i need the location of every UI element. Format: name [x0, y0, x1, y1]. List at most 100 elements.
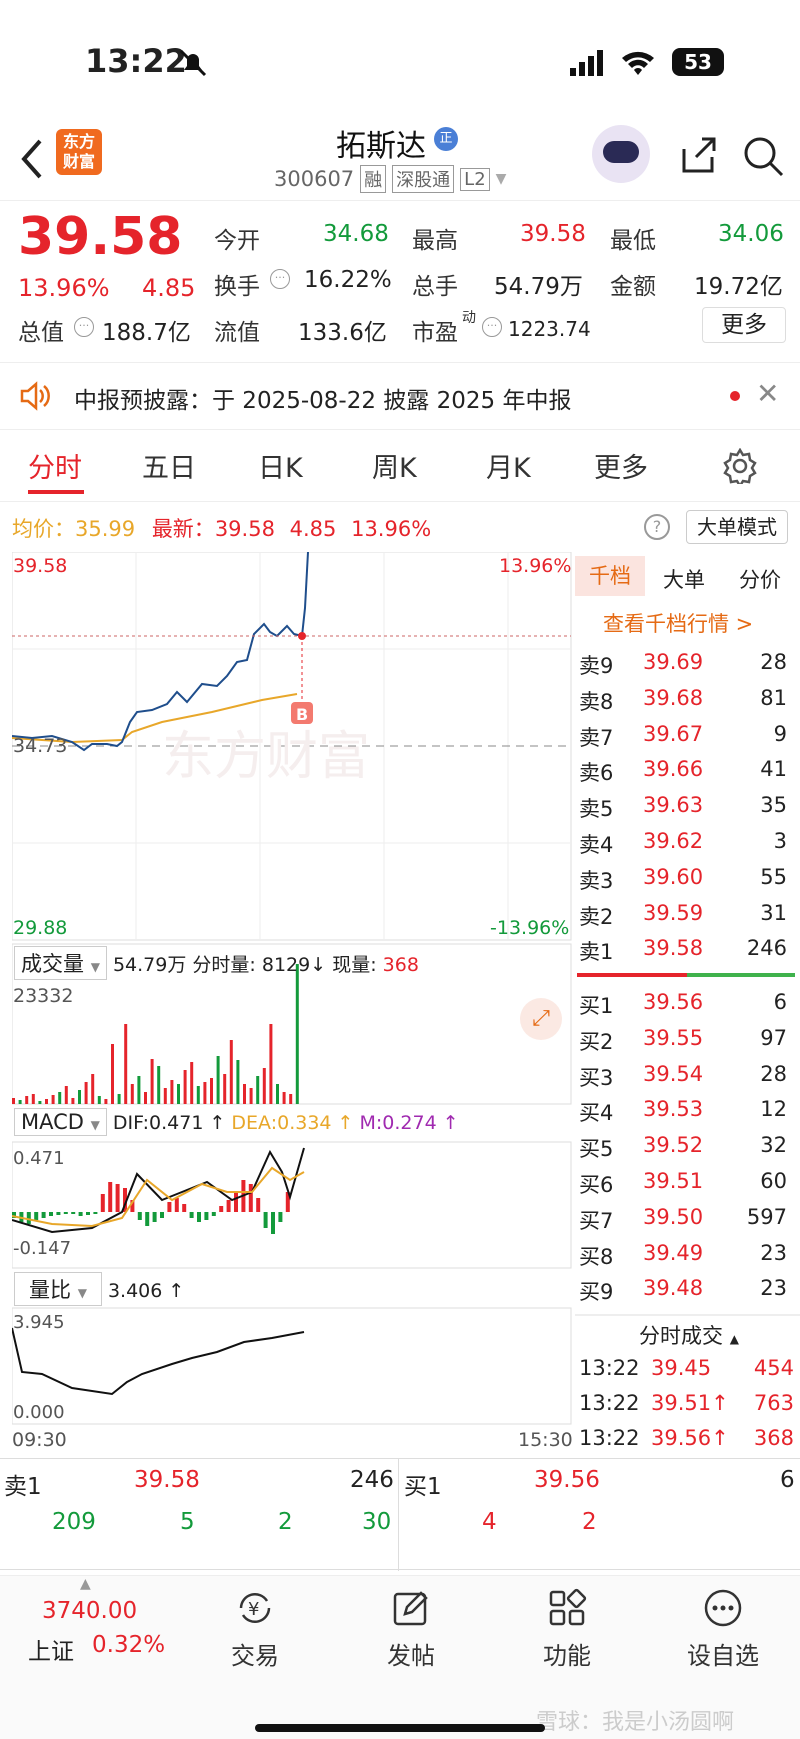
close-icon[interactable]: ✕ — [756, 377, 779, 410]
intraday-charts: 东方财富 B 39.58 34.73 29.88 13.96% -13.96% … — [12, 552, 572, 1450]
bid-row[interactable]: 买7 39.50 597 — [575, 1201, 795, 1237]
change-value: 4.85 — [142, 274, 196, 302]
app-logo[interactable]: 东方 财富 — [56, 129, 102, 175]
tab-weekly[interactable]: 周K — [372, 446, 417, 485]
tab-fenshi[interactable]: 分时 — [28, 446, 82, 485]
ask-row[interactable]: 卖9 39.69 28 — [575, 646, 795, 682]
bid-row[interactable]: 买5 39.52 32 — [575, 1129, 795, 1165]
dif-value: DIF:0.471 — [112, 1112, 204, 1134]
ask-row[interactable]: 卖2 39.59 31 — [575, 897, 795, 933]
bid-row[interactable]: 买2 39.55 97 — [575, 1022, 795, 1058]
ask-label: 卖3 — [579, 868, 614, 893]
ask-row[interactable]: 卖6 39.66 41 — [575, 753, 795, 789]
bid-row[interactable]: 买9 39.48 23 — [575, 1272, 795, 1308]
nav-function[interactable]: 功能 — [512, 1586, 622, 1671]
last-price-dot — [298, 632, 306, 640]
volume-bar — [130, 1084, 134, 1104]
status-time: 13:22 — [85, 42, 187, 80]
volume-bar — [177, 1084, 180, 1104]
robot-assistant-icon[interactable] — [592, 125, 650, 183]
tab-daily[interactable]: 日K — [258, 446, 303, 485]
info-dots-icon[interactable]: ··· — [270, 269, 290, 289]
tab-underline — [28, 490, 84, 494]
search-icon[interactable] — [742, 135, 786, 179]
up-arrow-icon: ↑ — [436, 1112, 459, 1134]
info-dots-icon[interactable]: ··· — [74, 317, 94, 337]
volume-bar — [111, 1044, 114, 1104]
ask-row[interactable]: 卖1 39.58 246 — [575, 932, 795, 968]
ask-row[interactable]: 卖8 39.68 81 — [575, 682, 795, 718]
ticks-title[interactable]: 分时成交 ▲ — [639, 1320, 799, 1350]
macd-selector[interactable]: MACD ▼ — [14, 1108, 107, 1136]
index-value[interactable]: 3740.00 — [42, 1598, 137, 1624]
ob-tab-qiandang[interactable]: 千档 — [575, 556, 645, 596]
macd-label: MACD — [21, 1110, 84, 1134]
tick-qty: 454 — [753, 1356, 794, 1380]
caret-up-icon: ▲ — [80, 1576, 91, 1592]
nav-post[interactable]: 发帖 — [356, 1586, 466, 1671]
bid-label: 买1 — [579, 994, 614, 1018]
volume-label: 成交量 — [21, 952, 84, 976]
ask-row[interactable]: 卖4 39.62 3 — [575, 825, 795, 861]
expand-icon[interactable]: ⤢ — [520, 998, 562, 1040]
ob-tab-dadan[interactable]: 大单 — [663, 564, 705, 594]
info-dots-icon[interactable]: ··· — [482, 317, 502, 337]
settings-icon[interactable] — [722, 448, 758, 484]
yen-cycle-icon: ¥ — [239, 1592, 271, 1624]
bid-row[interactable]: 买8 39.49 23 — [575, 1237, 795, 1273]
volume-label: 总手 — [412, 274, 458, 300]
sell1-price: 39.58 — [134, 1467, 200, 1493]
volume-bar — [256, 1076, 260, 1104]
macd-bar — [167, 1202, 172, 1212]
nav-trade[interactable]: ¥ 交易 — [200, 1586, 310, 1671]
grid-icon — [549, 1588, 587, 1626]
bid-row[interactable]: 买1 39.56 6 — [575, 986, 795, 1022]
volume-bar — [117, 1094, 121, 1104]
tab-monthly[interactable]: 月K — [486, 446, 531, 485]
volume-bar — [289, 1094, 293, 1104]
ob-tab-fenjia[interactable]: 分价 — [739, 564, 781, 594]
bid-row[interactable]: 买3 39.54 28 — [575, 1058, 795, 1094]
bid-row[interactable]: 买6 39.51 60 — [575, 1165, 795, 1201]
tab-more[interactable]: 更多 — [594, 446, 648, 485]
ask-row[interactable]: 卖3 39.60 55 — [575, 861, 795, 897]
ask-price: 39.62 — [643, 829, 704, 853]
ratio-selector[interactable]: 量比 ▼ — [14, 1272, 102, 1306]
nav-add-watch[interactable]: 设自选 — [668, 1586, 778, 1671]
buy1-price: 39.56 — [534, 1467, 600, 1493]
ratio-bottom: 0.000 — [13, 1402, 65, 1423]
share-icon[interactable] — [678, 135, 718, 175]
axis-bottom-price: 29.88 — [13, 917, 67, 939]
amount-value: 19.72亿 — [694, 274, 783, 300]
axis-top-price: 39.58 — [13, 555, 67, 577]
ask-price: 39.59 — [643, 900, 704, 925]
index-pct[interactable]: 0.32% — [92, 1632, 165, 1658]
notice-bar[interactable]: 中报预披露：于 2025-08-22 披露 2025 年中报 ✕ — [0, 362, 800, 430]
bid-label: 买8 — [579, 1244, 614, 1269]
ratio-value: 3.406 — [107, 1280, 163, 1302]
volume-bar — [144, 1092, 147, 1104]
bid-row[interactable]: 买4 39.53 12 — [575, 1093, 795, 1129]
down-arrow-icon: ↓ — [310, 954, 327, 976]
volume-selector[interactable]: 成交量 ▼ — [14, 946, 107, 980]
help-icon[interactable]: ? — [644, 514, 670, 540]
tab-5day[interactable]: 五日 — [142, 446, 196, 485]
volume-bar — [223, 1074, 227, 1104]
tick-time: 13:22 — [579, 1356, 640, 1380]
macd-panel-frame — [12, 1141, 572, 1269]
macd-header: MACD ▼ DIF:0.471 ↑ DEA:0.334 ↑ M:0.274 ↑ — [14, 1108, 459, 1136]
bid-qty: 60 — [760, 1169, 787, 1193]
index-name[interactable]: 上证 — [28, 1632, 74, 1666]
chevron-down-icon[interactable]: ▼ — [496, 171, 507, 187]
back-icon[interactable] — [18, 137, 44, 181]
more-button[interactable]: 更多 — [702, 307, 786, 343]
ob-view-link[interactable]: 查看千档行情 > — [603, 608, 753, 638]
volume-bar — [71, 1098, 75, 1104]
ask-row[interactable]: 卖7 39.67 9 — [575, 718, 795, 754]
volume-bar — [58, 1092, 62, 1104]
time-end: 15:30 — [518, 1429, 572, 1450]
tag-l2: L2 — [460, 167, 490, 191]
big-order-mode-button[interactable]: 大单模式 — [686, 510, 788, 544]
ask-row[interactable]: 卖5 39.63 35 — [575, 789, 795, 825]
volume-bar — [170, 1080, 174, 1104]
